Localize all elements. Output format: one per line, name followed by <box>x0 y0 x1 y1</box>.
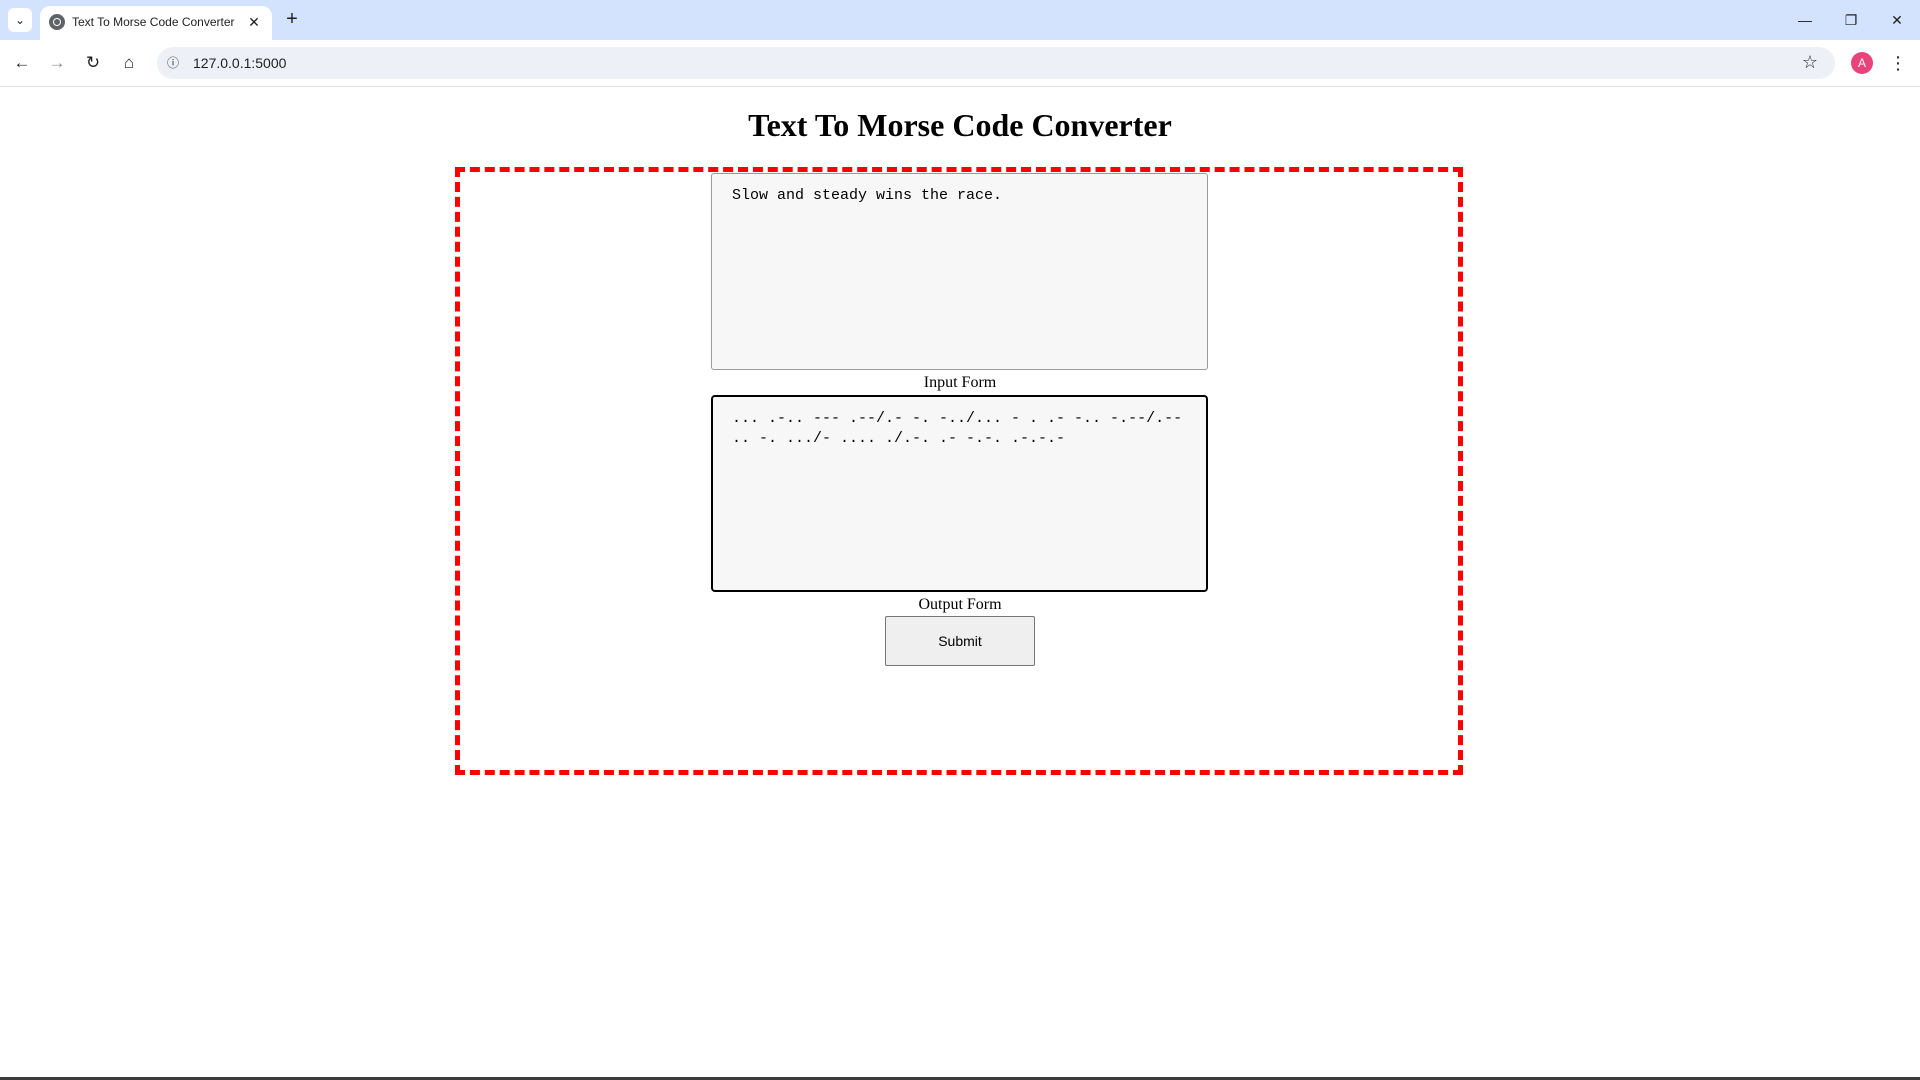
info-icon[interactable]: ⓘ <box>165 55 181 71</box>
close-icon[interactable]: ✕ <box>244 12 264 32</box>
output-textarea[interactable]: ... .-.. --- .--/.- -. -../... - . .- -.… <box>711 395 1208 592</box>
page-content: Text To Morse Code Converter Slow and st… <box>0 87 1920 1077</box>
submit-button[interactable]: Submit <box>885 616 1035 666</box>
home-icon: ⌂ <box>123 53 135 72</box>
close-window-button[interactable]: ✕ <box>1874 4 1920 36</box>
tab-title: Text To Morse Code Converter <box>72 15 235 29</box>
input-form-label: Input Form <box>923 374 997 391</box>
chevron-down-icon: ⌄ <box>14 13 26 27</box>
url-text[interactable]: 127.0.0.1:5000 <box>193 55 286 71</box>
browser-toolbar: ← → ↻ ⌂ ⓘ 127.0.0.1:5000 ☆ A ⋮ <box>0 40 1920 87</box>
star-icon[interactable]: ☆ <box>1797 48 1823 76</box>
back-button[interactable]: ← <box>8 49 36 77</box>
avatar[interactable]: A <box>1851 52 1873 74</box>
tab-search-button[interactable]: ⌄ <box>8 8 32 32</box>
tab-strip: ⌄ Text To Morse Code Converter ✕ + — ❐ ✕ <box>0 0 1920 40</box>
globe-icon <box>49 14 65 30</box>
reload-icon: ↻ <box>85 53 101 72</box>
forward-button[interactable]: → <box>43 49 71 77</box>
minimize-icon: — <box>1798 12 1812 28</box>
input-textarea[interactable]: Slow and steady wins the race. <box>711 173 1208 370</box>
arrow-left-icon: ← <box>13 53 31 72</box>
restore-icon: ❐ <box>1844 12 1858 28</box>
new-tab-button[interactable]: + <box>280 8 304 32</box>
address-bar[interactable]: ⓘ 127.0.0.1:5000 <box>157 47 1835 79</box>
home-button[interactable]: ⌂ <box>115 49 143 77</box>
restore-button[interactable]: ❐ <box>1828 4 1874 36</box>
more-vertical-icon[interactable]: ⋮ <box>1886 48 1910 78</box>
page-title: Text To Morse Code Converter <box>748 107 1172 143</box>
plus-icon: + <box>286 8 298 30</box>
browser-window: ⌄ Text To Morse Code Converter ✕ + — ❐ ✕… <box>0 0 1920 1080</box>
arrow-right-icon: → <box>48 53 66 72</box>
active-tab[interactable]: Text To Morse Code Converter ✕ <box>40 6 272 40</box>
minimize-button[interactable]: — <box>1782 4 1828 36</box>
reload-button[interactable]: ↻ <box>79 49 107 77</box>
output-form-label: Output Form <box>918 596 1002 613</box>
close-icon: ✕ <box>1891 12 1903 28</box>
